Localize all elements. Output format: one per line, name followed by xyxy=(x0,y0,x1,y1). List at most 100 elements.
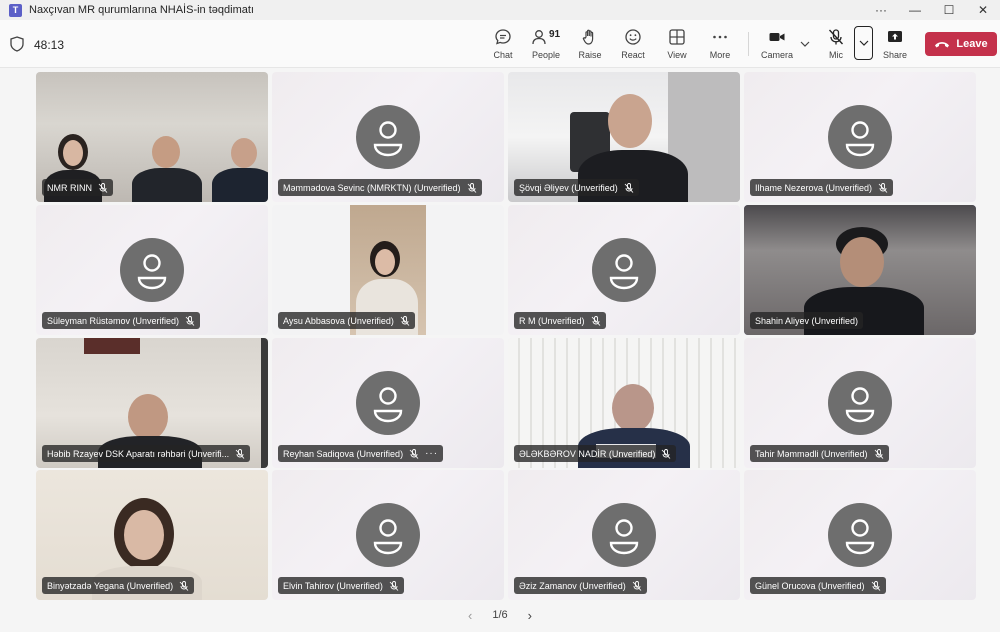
participant-name: Shahin Aliyev (Unverified) xyxy=(755,315,859,326)
chevron-down-icon xyxy=(800,41,810,47)
more-options-button[interactable]: ··· xyxy=(864,0,898,20)
mic-button[interactable]: Mic xyxy=(814,24,858,64)
chat-icon xyxy=(495,29,511,45)
previous-page-button[interactable]: ‹ xyxy=(468,608,472,623)
mic-muted-icon xyxy=(878,182,888,193)
share-screen-icon xyxy=(888,31,902,42)
raise-hand-button[interactable]: Raise xyxy=(568,24,612,64)
toolbar-divider xyxy=(748,32,749,56)
participant-tile[interactable]: Günel Orucova (Unverified) xyxy=(744,470,976,600)
participant-name: ƏLƏKBƏROV NADİR (Unverified) xyxy=(519,448,656,459)
participant-name-tag: Süleyman Rüstəmov (Unverified) xyxy=(42,312,201,329)
participant-tile[interactable]: Aysu Abbasova (Unverified) xyxy=(272,205,504,335)
title-bar: T Naxçıvan MR qurumlarına NHAİS-in təqdi… xyxy=(0,0,1000,20)
smiley-icon xyxy=(625,29,641,45)
more-actions-button[interactable]: More xyxy=(698,24,742,64)
person-icon xyxy=(373,121,403,157)
participant-name: NMR RINN xyxy=(47,182,92,193)
mic-muted-icon xyxy=(662,448,671,459)
participant-name-tag: Ilhame Nezerova (Unverified) xyxy=(750,179,894,196)
participant-tile[interactable]: Elvin Tahirov (Unverified) xyxy=(272,470,504,600)
person-icon xyxy=(845,519,875,555)
next-page-button[interactable]: › xyxy=(528,608,532,623)
default-avatar xyxy=(828,105,892,169)
mic-muted-icon xyxy=(624,182,634,193)
mic-muted-icon xyxy=(389,580,399,591)
gallery-pager: ‹ 1/6 › xyxy=(0,606,1000,624)
participant-name: Süleyman Rüstəmov (Unverified) xyxy=(47,315,180,326)
participant-tile[interactable]: Əziz Zamanov (Unverified) xyxy=(508,470,740,600)
view-label: View xyxy=(667,50,687,60)
window-title: Naxçıvan MR qurumlarına NHAİS-in təqdima… xyxy=(29,4,254,16)
participant-name: Əziz Zamanov (Unverified) xyxy=(519,580,626,591)
leave-button[interactable]: Leave xyxy=(925,32,997,56)
participant-name-tag: Şövqi Əliyev (Unverified) xyxy=(514,179,639,196)
participant-tile-active-speaker[interactable]: Shahin Aliyev (Unverified) xyxy=(744,205,976,335)
video-camera-icon xyxy=(769,33,785,41)
react-label: React xyxy=(621,50,645,60)
participant-tile[interactable]: Həbib Rzayev DSK Aparatı rəhbəri (Unveri… xyxy=(36,338,268,468)
participant-name-tag: NMR RINN xyxy=(42,179,113,196)
person-icon xyxy=(609,519,639,555)
participant-tile[interactable]: Süleyman Rüstəmov (Unverified) xyxy=(36,205,268,335)
participant-tile[interactable]: R M (Unverified) xyxy=(508,205,740,335)
participant-tile[interactable]: Şövqi Əliyev (Unverified) xyxy=(508,72,740,202)
mic-muted-icon xyxy=(871,580,880,591)
share-label: Share xyxy=(882,50,908,60)
default-avatar xyxy=(356,371,420,435)
teams-logo-icon: T xyxy=(9,3,22,17)
participant-tile[interactable]: Ilhame Nezerova (Unverified) xyxy=(744,72,976,202)
participant-tile[interactable]: Reyhan Sadiqova (Unverified) ··· xyxy=(272,338,504,468)
chat-button[interactable]: Chat xyxy=(481,24,525,64)
person-icon xyxy=(137,254,167,290)
participant-name-tag: Binyətzadə Yegana (Unverified) xyxy=(42,577,195,594)
participant-name: Aysu Abbasova (Unverified) xyxy=(283,315,394,326)
react-button[interactable]: React xyxy=(611,24,655,64)
more-label: More xyxy=(709,50,731,60)
participant-name: Tahir Məmmədli (Unverified) xyxy=(755,448,868,459)
default-avatar xyxy=(120,238,184,302)
chat-label: Chat xyxy=(493,50,513,60)
participant-tile[interactable]: NMR RINN xyxy=(36,72,268,202)
participant-more-options[interactable]: ··· xyxy=(425,448,438,459)
default-avatar xyxy=(592,238,656,302)
participant-tile[interactable]: ƏLƏKBƏROV NADİR (Unverified) xyxy=(508,338,740,468)
participant-name-tag: Günel Orucova (Unverified) xyxy=(750,577,886,594)
participant-tile[interactable]: Məmmədova Sevinc (NMRKTN) (Unverified) xyxy=(272,72,504,202)
view-button[interactable]: View xyxy=(655,24,699,64)
mic-muted-icon xyxy=(632,580,642,591)
mic-muted-icon xyxy=(235,448,245,459)
camera-label: Camera xyxy=(760,50,793,60)
participant-tile[interactable]: Tahir Məmmədli (Unverified) xyxy=(744,338,976,468)
maximize-button[interactable]: ☐ xyxy=(932,0,966,20)
meeting-toolbar: 48:13 Chat 91 People Raise React View Mo… xyxy=(0,20,1000,68)
participant-name: Günel Orucova (Unverified) xyxy=(755,580,865,591)
participant-name-tag: Aysu Abbasova (Unverified) xyxy=(278,312,415,329)
meeting-timer: 48:13 xyxy=(34,38,65,52)
default-avatar xyxy=(592,503,656,567)
mic-off-icon xyxy=(828,29,844,45)
raise-hand-icon xyxy=(582,29,594,45)
person-icon xyxy=(845,387,875,423)
grid-view-icon xyxy=(669,29,685,45)
participant-name-tag: Elvin Tahirov (Unverified) xyxy=(278,577,404,594)
mic-options-button[interactable] xyxy=(854,26,873,60)
hang-up-icon xyxy=(935,42,950,48)
participant-tile[interactable]: Binyətzadə Yegana (Unverified) xyxy=(36,470,268,600)
participant-name-tag: Həbib Rzayev DSK Aparatı rəhbəri (Unveri… xyxy=(42,445,251,462)
camera-button[interactable]: Camera xyxy=(755,24,799,64)
ellipsis-icon xyxy=(713,35,727,39)
participant-name: Elvin Tahirov (Unverified) xyxy=(283,580,383,591)
people-button[interactable]: 91 People xyxy=(524,24,568,64)
close-window-button[interactable]: ✕ xyxy=(966,0,1000,20)
participant-name: Şövqi Əliyev (Unverified) xyxy=(519,182,618,193)
default-avatar xyxy=(356,105,420,169)
participant-name: Həbib Rzayev DSK Aparatı rəhbəri (Unveri… xyxy=(47,448,230,459)
default-avatar xyxy=(828,503,892,567)
camera-options-button[interactable] xyxy=(797,34,813,54)
participant-name-tag: Reyhan Sadiqova (Unverified) ··· xyxy=(278,445,444,462)
minimize-button[interactable]: — xyxy=(898,0,932,20)
window-controls: ··· — ☐ ✕ xyxy=(864,0,1000,20)
people-icon xyxy=(532,30,546,45)
share-button[interactable]: Share xyxy=(873,24,917,64)
